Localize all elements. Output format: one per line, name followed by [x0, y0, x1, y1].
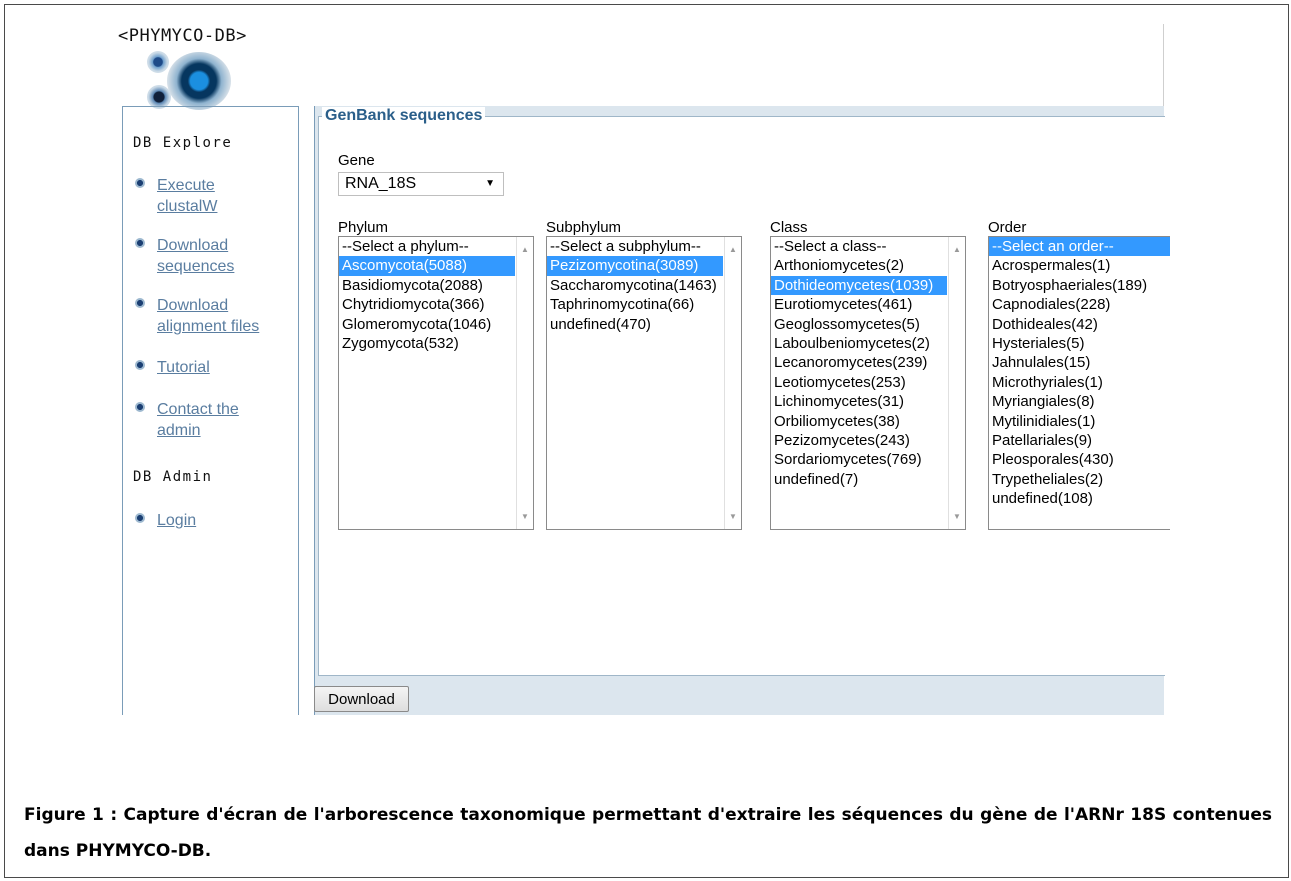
- bullet-icon: [135, 238, 145, 248]
- order-option[interactable]: Pleosporales(430): [989, 450, 1170, 469]
- class-option[interactable]: Leotiomycetes(253): [771, 373, 947, 392]
- sidebar-link-contact-admin[interactable]: Contact the admin: [157, 399, 239, 441]
- scroll-up-icon[interactable]: ▲: [725, 240, 741, 259]
- order-option[interactable]: Jahnulales(15): [989, 353, 1170, 372]
- sidebar-link-line: Download: [157, 237, 229, 254]
- phylum-option[interactable]: Zygomycota(532): [339, 334, 515, 353]
- sidebar-link-line: alignment files: [157, 318, 260, 335]
- order-option[interactable]: Capnodiales(228): [989, 295, 1170, 314]
- sidebar-link-line: clustalW: [157, 198, 218, 215]
- order-option[interactable]: --Select an order--: [989, 237, 1170, 257]
- class-option[interactable]: Laboulbeniomycetes(2): [771, 334, 947, 353]
- phylum-option[interactable]: Ascomycota(5088): [339, 256, 515, 276]
- order-option[interactable]: Botryosphaeriales(189): [989, 276, 1170, 295]
- genbank-fieldset: GenBank sequences Gene RNA_18S ▼ Phylum -…: [318, 107, 1170, 676]
- scroll-down-icon[interactable]: ▼: [725, 507, 741, 526]
- class-option[interactable]: Arthoniomycetes(2): [771, 256, 947, 275]
- class-option[interactable]: Geoglossomycetes(5): [771, 315, 947, 334]
- sidebar-link-line: sequences: [157, 258, 235, 275]
- subphylum-option[interactable]: --Select a subphylum--: [547, 237, 723, 256]
- sidebar-link-login[interactable]: Login: [157, 510, 196, 531]
- class-label: Class: [770, 219, 808, 236]
- class-option[interactable]: Orbiliomycetes(38): [771, 412, 947, 431]
- subphylum-listbox[interactable]: --Select a subphylum-- Pezizomycotina(308…: [546, 236, 742, 530]
- order-listbox[interactable]: --Select an order-- Acrospermales(1) Botry…: [988, 236, 1170, 530]
- subphylum-option[interactable]: Pezizomycotina(3089): [547, 256, 723, 276]
- scroll-up-icon[interactable]: ▲: [517, 240, 533, 259]
- sidebar-link-execute-clustalw[interactable]: Execute clustalW: [157, 175, 217, 217]
- sidebar-link-download-sequences[interactable]: Download sequences: [157, 235, 234, 277]
- bullet-icon: [135, 298, 145, 308]
- class-option[interactable]: Dothideomycetes(1039): [771, 275, 947, 296]
- class-option[interactable]: undefined(7): [771, 470, 947, 489]
- order-option[interactable]: Microthyriales(1): [989, 373, 1170, 392]
- order-option[interactable]: Patellariales(9): [989, 431, 1170, 450]
- bullet-icon: [135, 513, 145, 523]
- class-option[interactable]: --Select a class--: [771, 237, 947, 256]
- logo-text: <PHYMYCO-DB>: [118, 26, 247, 46]
- class-option[interactable]: Lecanoromycetes(239): [771, 353, 947, 372]
- sidebar-link-download-alignment-files[interactable]: Download alignment files: [157, 295, 259, 337]
- class-listbox[interactable]: --Select a class-- Arthoniomycetes(2) Doth…: [770, 236, 966, 530]
- gene-select-value: RNA_18S: [345, 175, 417, 192]
- sidebar-heading-explore: DB Explore: [133, 135, 233, 151]
- order-option[interactable]: Hysteriales(5): [989, 334, 1170, 353]
- sidebar-link-line: Download: [157, 297, 229, 314]
- sidebar-link-line: Login: [157, 512, 197, 529]
- subphylum-label: Subphylum: [546, 219, 622, 236]
- listbox-scrollbar[interactable]: ▲ ▼: [724, 237, 741, 529]
- order-option[interactable]: Myriangiales(8): [989, 392, 1170, 411]
- listbox-scrollbar[interactable]: ▲ ▼: [948, 237, 965, 529]
- download-button[interactable]: Download: [314, 686, 409, 712]
- main-panel: GenBank sequences Gene RNA_18S ▼ Phylum -…: [314, 106, 1170, 715]
- subphylum-option[interactable]: Saccharomycotina(1463): [547, 276, 723, 295]
- order-label: Order: [988, 219, 1027, 236]
- gene-select[interactable]: RNA_18S ▼: [338, 172, 504, 196]
- listbox-scrollbar[interactable]: ▲ ▼: [516, 237, 533, 529]
- order-option[interactable]: Trypetheliales(2): [989, 470, 1170, 489]
- sidebar-link-tutorial[interactable]: Tutorial: [157, 357, 210, 378]
- class-option[interactable]: Sordariomycetes(769): [771, 450, 947, 469]
- sidebar-heading-admin: DB Admin: [133, 469, 213, 485]
- phylum-option[interactable]: --Select a phylum--: [339, 237, 515, 256]
- scroll-down-icon[interactable]: ▼: [949, 507, 965, 526]
- order-option[interactable]: Mytilinidiales(1): [989, 412, 1170, 431]
- bullet-icon: [135, 360, 145, 370]
- scroll-up-icon[interactable]: ▲: [949, 240, 965, 259]
- class-option[interactable]: Eurotiomycetes(461): [771, 295, 947, 314]
- phylum-option[interactable]: Glomeromycota(1046): [339, 315, 515, 334]
- order-option[interactable]: Acrospermales(1): [989, 256, 1170, 275]
- subphylum-option[interactable]: undefined(470): [547, 315, 723, 334]
- sidebar-link-line: Execute: [157, 177, 215, 194]
- phylum-option[interactable]: Chytridiomycota(366): [339, 295, 515, 314]
- sidebar-link-line: Tutorial: [157, 359, 210, 376]
- bullet-icon: [135, 178, 145, 188]
- bullet-icon: [135, 402, 145, 412]
- order-option[interactable]: undefined(108): [989, 489, 1170, 508]
- subphylum-option[interactable]: Taphrinomycotina(66): [547, 295, 723, 314]
- fieldset-legend: GenBank sequences: [322, 107, 486, 125]
- phylum-listbox[interactable]: --Select a phylum-- Ascomycota(5088) Basid…: [338, 236, 534, 530]
- gene-label: Gene: [338, 152, 375, 169]
- phylum-option[interactable]: Basidiomycota(2088): [339, 276, 515, 295]
- scroll-down-icon[interactable]: ▼: [517, 507, 533, 526]
- order-option[interactable]: Dothideales(42): [989, 315, 1170, 334]
- figure-caption: Figure 1 : Capture d'écran de l'arboresc…: [24, 805, 1272, 861]
- sidebar: DB Explore Execute clustalW Download sequenc…: [122, 106, 299, 715]
- sidebar-link-line: admin: [157, 422, 201, 439]
- class-option[interactable]: Lichinomycetes(31): [771, 392, 947, 411]
- class-option[interactable]: Pezizomycetes(243): [771, 431, 947, 450]
- chevron-down-icon: ▼: [485, 178, 495, 189]
- sidebar-link-line: Contact the: [157, 401, 239, 418]
- phylum-label: Phylum: [338, 219, 389, 236]
